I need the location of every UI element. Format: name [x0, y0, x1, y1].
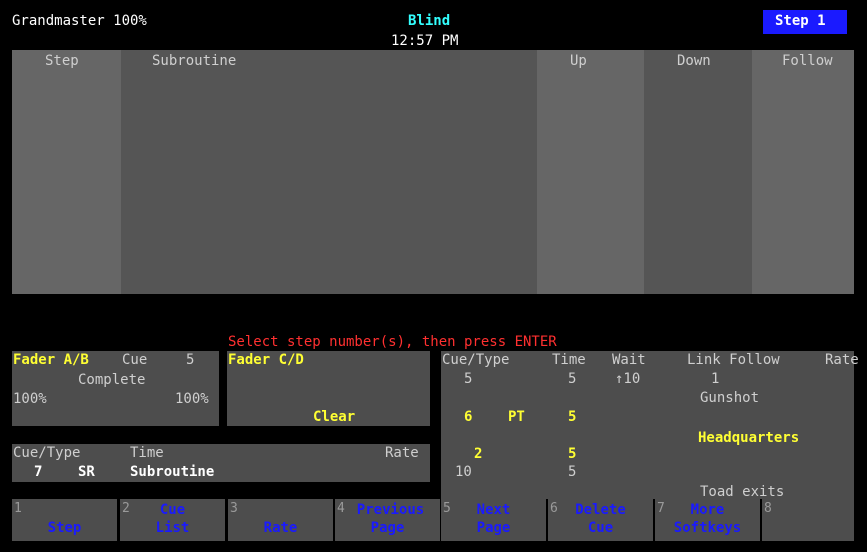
mode-indicator: Blind	[408, 13, 451, 29]
fader-ab-cue-value: 5	[186, 352, 195, 368]
softkey-label-line2: Cue	[587, 520, 614, 536]
cue-list-header-time: Time	[552, 352, 586, 368]
softkey-label-line1: Delete	[575, 502, 626, 518]
softkey-cue-list[interactable]: 2 Cue List	[120, 499, 225, 541]
cue-row-label: Toad exits	[700, 484, 785, 500]
cue-row-link: 1	[711, 371, 720, 387]
softkey-label-line1: Next	[476, 502, 511, 518]
cue-info-header-rate: Rate	[385, 445, 419, 461]
command-prompt: Select step number(s), then press ENTER	[228, 334, 557, 350]
fader-cd-status: Clear	[313, 409, 356, 425]
cue-row-time: 5	[568, 464, 577, 480]
step-badge: Step 1	[763, 10, 847, 34]
softkey-next-page[interactable]: 5 Next Page	[441, 499, 546, 541]
column-header-step: Step	[45, 53, 79, 69]
clock: 12:57 PM	[391, 33, 459, 49]
cue-info-header-time: Time	[130, 445, 164, 461]
softkey-number: 3	[230, 501, 238, 516]
cue-row-cue: 5	[464, 371, 473, 387]
softkey-label-line2: List	[155, 520, 190, 536]
softkey-label-line1: Previous	[356, 502, 425, 518]
softkey-number: 1	[14, 501, 22, 516]
fader-ab-status: Complete	[78, 372, 146, 388]
softkey-label-line2: Page	[370, 520, 405, 536]
cue-list-header-cue-type: Cue/Type	[442, 352, 510, 368]
cue-row-cue: 6	[464, 409, 473, 425]
cue-row-wait: ↑10	[615, 371, 641, 387]
cue-info-header-cue-type: Cue/Type	[13, 445, 81, 461]
cue-list-header-wait: Wait	[612, 352, 646, 368]
cue-list-header-link-follow: Link Follow	[687, 352, 780, 368]
column-down	[644, 50, 752, 294]
grandmaster-level: Grandmaster 100%	[12, 13, 147, 29]
column-header-down: Down	[677, 53, 711, 69]
softkey-8[interactable]: 8	[762, 499, 854, 541]
softkey-previous-page[interactable]: 4 Previous Page	[335, 499, 440, 541]
cue-info-type: SR	[78, 464, 95, 480]
cue-row-type: PT	[508, 409, 525, 425]
cue-row-cue: 2	[474, 446, 483, 462]
cue-row-time: 5	[568, 446, 577, 462]
softkey-label-line1: Cue	[159, 502, 186, 518]
cue-list-panel	[441, 351, 854, 499]
fader-b-level: 100%	[175, 391, 209, 407]
softkey-label: Rate	[263, 520, 298, 536]
cue-list-header-rate: Rate	[825, 352, 859, 368]
column-header-up: Up	[570, 53, 587, 69]
column-subroutine	[121, 50, 537, 294]
cue-row-time: 5	[568, 409, 577, 425]
cue-info-time: Subroutine	[130, 464, 215, 480]
column-header-subroutine: Subroutine	[152, 53, 237, 69]
softkey-label-line1: More	[690, 502, 725, 518]
softkey-rate[interactable]: 3 Rate	[228, 499, 333, 541]
softkey-delete-cue[interactable]: 6 Delete Cue	[548, 499, 653, 541]
cue-row-time: 5	[568, 371, 577, 387]
fader-ab-title: Fader A/B	[13, 352, 89, 368]
column-step	[12, 50, 121, 294]
column-header-follow: Follow	[782, 53, 833, 69]
fader-cd-title: Fader C/D	[228, 352, 304, 368]
softkey-label-line2: Softkeys	[673, 520, 742, 536]
softkey-number: 8	[764, 501, 772, 516]
cue-row-label: Gunshot	[700, 390, 760, 406]
cue-row-cue: 10	[455, 464, 472, 480]
fader-ab-cue-label: Cue	[122, 352, 148, 368]
column-follow	[752, 50, 854, 294]
softkey-label: Step	[47, 520, 82, 536]
softkey-step[interactable]: 1 Step	[12, 499, 117, 541]
column-up	[537, 50, 644, 294]
fader-a-level: 100%	[13, 391, 47, 407]
softkey-more-softkeys[interactable]: 7 More Softkeys	[655, 499, 760, 541]
cue-row-label: Headquarters	[698, 430, 800, 446]
cue-info-cue: 7	[34, 464, 43, 480]
softkey-label-line2: Page	[476, 520, 511, 536]
step-badge-label: Step 1	[775, 13, 826, 29]
